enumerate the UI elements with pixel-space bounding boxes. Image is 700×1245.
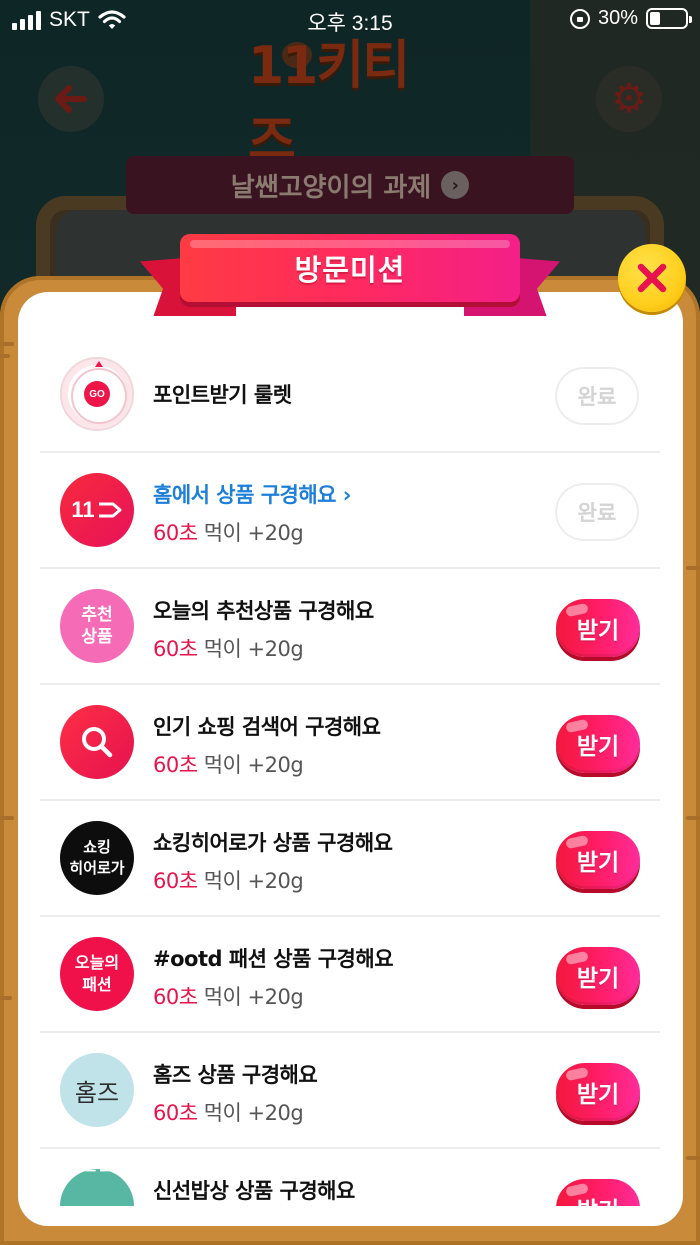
logo-11-label: 11 xyxy=(71,497,95,522)
battery-percent: 30% xyxy=(597,7,638,29)
icon-label-line1: 쇼킹 xyxy=(83,838,111,856)
mission-row-search[interactable]: 인기 쇼핑 검색어 구경해요 60초 먹이 +20g 받기 xyxy=(40,685,660,801)
title-ribbon: 방문미션 xyxy=(140,230,560,330)
mission-row-ootd[interactable]: 오늘의패션 #ootd 패션 상품 구경해요 60초 먹이 +20g 받기 xyxy=(40,917,660,1033)
mission-title: 신선밥상 상품 구경해요 xyxy=(153,1179,355,1203)
mission-row-fresh[interactable]: 신선신선밥상 상품 구경해요받기 xyxy=(40,1149,660,1206)
mission-title: 쇼킹히어로가 상품 구경해요 xyxy=(153,831,393,855)
reward-amount: 먹이 +20g xyxy=(197,869,304,893)
mission-row-roulette[interactable]: GO 포인트받기 룰렛 완료 xyxy=(40,337,660,453)
logo-text: 11키티즈 xyxy=(248,36,410,171)
ribbon-banner: 방문미션 xyxy=(180,234,520,302)
button-label: 받기 xyxy=(576,966,620,992)
mission-reward: 60초 먹이 +20g xyxy=(153,1097,304,1127)
claim-button[interactable]: 받기 xyxy=(556,1179,640,1206)
roulette-icon: GO xyxy=(60,357,134,431)
back-button xyxy=(38,66,104,132)
reward-time: 60초 xyxy=(153,1101,198,1125)
done-button: 완료 xyxy=(555,483,639,541)
mission-reward: 60초 먹이 +20g xyxy=(153,865,304,895)
button-label: 받기 xyxy=(576,850,620,876)
reward-amount: 먹이 +20g xyxy=(197,1101,304,1125)
reward-time: 60초 xyxy=(153,753,198,777)
reward-time: 60초 xyxy=(153,521,198,545)
claim-button[interactable]: 받기 xyxy=(556,1063,640,1121)
11st-logo-icon: 11 xyxy=(60,473,134,547)
button-label: 받기 xyxy=(576,734,620,760)
icon-label-line1: 오늘의 xyxy=(74,953,120,972)
icon-label-line2: 상품 xyxy=(81,627,113,647)
mission-title: 인기 쇼핑 검색어 구경해요 xyxy=(153,715,381,739)
icon-label-line2: 패션 xyxy=(82,975,112,994)
close-button[interactable] xyxy=(618,244,686,312)
close-x-icon xyxy=(637,263,667,293)
mission-row-reco[interactable]: 추천 상품 오늘의 추천상품 구경해요 60초 먹이 +20g 받기 xyxy=(40,569,660,685)
battery-icon xyxy=(646,8,692,29)
button-label: 받기 xyxy=(577,1191,619,1206)
orientation-lock-icon xyxy=(569,8,590,29)
button-label: 받기 xyxy=(576,1082,620,1108)
mission-title: 포인트받기 룰렛 xyxy=(153,383,292,407)
homes-badge-icon: 홈즈 xyxy=(60,1053,134,1127)
button-label: 받기 xyxy=(576,618,620,644)
reward-amount: 먹이 +20g xyxy=(197,753,304,777)
status-bar: SKT 오후 3:15 30% xyxy=(0,0,700,40)
icon-label-line2: 히어로가 xyxy=(69,859,125,877)
reward-time: 60초 xyxy=(153,869,198,893)
back-arrow-icon xyxy=(55,85,87,113)
mission-reward: 60초 먹이 +20g xyxy=(153,749,304,779)
status-right: 30% xyxy=(569,7,692,30)
mission-modal: GO 포인트받기 룰렛 완료 11 홈에서 상품 구경해요 › 60초 먹이 +20g 완료… xyxy=(18,292,683,1226)
recommend-badge-icon: 추천 상품 xyxy=(60,589,134,663)
fresh-badge-icon: 신선 xyxy=(60,1169,134,1206)
mission-title: 홈즈 상품 구경해요 xyxy=(153,1063,318,1087)
mission-row-home[interactable]: 11 홈에서 상품 구경해요 › 60초 먹이 +20g 완료 xyxy=(40,453,660,569)
button-label: 완료 xyxy=(577,385,617,409)
reward-amount: 먹이 +20g xyxy=(197,637,304,661)
mission-reward: 60초 먹이 +20g xyxy=(153,633,304,663)
icon-label-line1: 추천 xyxy=(81,605,113,625)
claim-button[interactable]: 받기 xyxy=(556,599,640,657)
claim-button[interactable]: 받기 xyxy=(556,715,640,773)
reward-amount: 먹이 +20g xyxy=(197,985,304,1009)
battery-fill xyxy=(650,12,661,25)
mission-reward: 60초 먹이 +20g xyxy=(153,517,304,547)
gear-icon: ⚙ xyxy=(611,76,647,122)
mission-reward: 60초 먹이 +20g xyxy=(153,981,304,1011)
chevron-right-icon: › xyxy=(441,171,470,199)
claim-button[interactable]: 받기 xyxy=(556,831,640,889)
task-label: 날쌘고양이의 과제 xyxy=(230,172,432,203)
search-icon xyxy=(60,705,134,779)
icon-label-line1: 신선 xyxy=(82,1169,111,1175)
mission-row-homes[interactable]: 홈즈 홈즈 상품 구경해요 60초 먹이 +20g 받기 xyxy=(40,1033,660,1149)
mission-title: #ootd 패션 상품 구경해요 xyxy=(153,947,394,971)
reward-time: 60초 xyxy=(153,985,198,1009)
game-logo: 11키티즈 xyxy=(248,36,448,171)
mission-title: 오늘의 추천상품 구경해요 xyxy=(153,599,374,623)
reward-amount: 먹이 +20g xyxy=(197,521,304,545)
mission-list[interactable]: GO 포인트받기 룰렛 완료 11 홈에서 상품 구경해요 › 60초 먹이 +20g 완료… xyxy=(18,292,683,1206)
done-button: 완료 xyxy=(555,367,639,425)
mission-row-hero[interactable]: 쇼킹히어로가 쇼킹히어로가 상품 구경해요 60초 먹이 +20g 받기 xyxy=(40,801,660,917)
shocking-hero-badge-icon: 쇼킹히어로가 xyxy=(60,821,134,895)
task-ribbon: 날쌘고양이의 과제 › xyxy=(126,156,574,214)
claim-button[interactable]: 받기 xyxy=(556,947,640,1005)
button-label: 완료 xyxy=(577,501,617,525)
icon-label-line1: 홈즈 xyxy=(74,1078,120,1107)
reward-time: 60초 xyxy=(153,637,198,661)
ootd-fashion-badge-icon: 오늘의패션 xyxy=(60,937,134,1011)
settings-button: ⚙ xyxy=(596,66,662,132)
mission-title-link[interactable]: 홈에서 상품 구경해요 › xyxy=(153,479,351,509)
modal-title: 방문미션 xyxy=(294,253,406,287)
